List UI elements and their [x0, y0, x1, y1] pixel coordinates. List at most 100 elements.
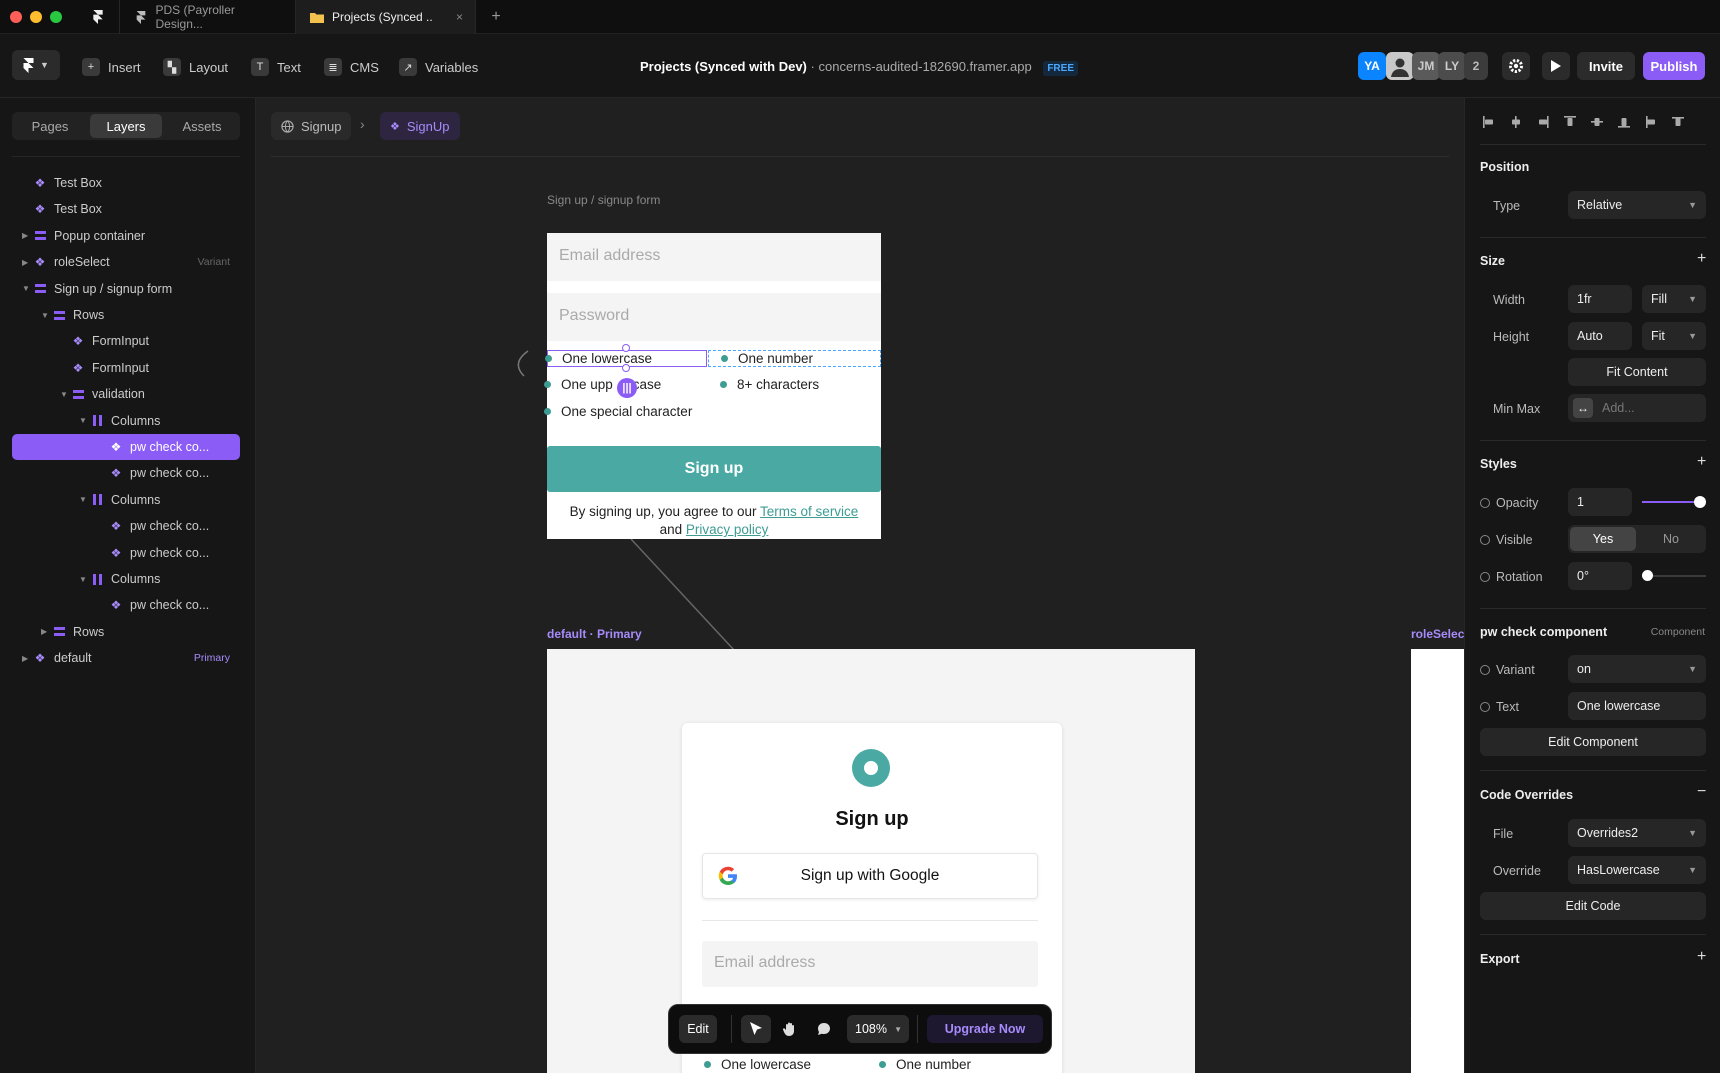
close-window-dot[interactable] [10, 11, 22, 23]
caret-right-icon[interactable]: ▶ [41, 627, 47, 636]
layer-row[interactable]: ▶ Popup container [12, 223, 240, 249]
align-top-icon[interactable] [1560, 112, 1580, 132]
align-center-v-icon[interactable] [1587, 112, 1607, 132]
layout-button[interactable]: ▚ Layout [163, 54, 228, 80]
opacity-slider-thumb[interactable] [1694, 496, 1706, 508]
rotation-input[interactable]: 0° [1568, 562, 1632, 590]
hand-tool-button[interactable] [775, 1015, 805, 1043]
pw-check-length[interactable]: 8+ characters [720, 377, 819, 392]
roleselect-frame[interactable] [1411, 649, 1464, 1073]
design-canvas[interactable]: Signup › ❖ SignUp Sign up / signup form … [256, 98, 1464, 1073]
avatar-count[interactable]: 2 [1464, 52, 1488, 80]
collapse-minus-icon[interactable]: − [1697, 783, 1706, 801]
select-tool-button[interactable] [741, 1015, 771, 1043]
pw-check-uppercase[interactable]: One upp case [544, 377, 661, 392]
framer-menu-button[interactable]: ▼ [12, 50, 60, 80]
text-prop-input[interactable]: One lowercase [1568, 692, 1706, 720]
edit-button[interactable]: Edit [679, 1015, 717, 1043]
minimize-window-dot[interactable] [30, 11, 42, 23]
file-select[interactable]: Overrides2 ▼ [1568, 819, 1706, 847]
width-input[interactable]: 1fr [1568, 285, 1632, 313]
comment-tool-button[interactable] [809, 1015, 839, 1043]
publish-button[interactable]: Publish [1643, 52, 1705, 80]
tab-projects[interactable]: Projects (Synced .. × [296, 0, 476, 34]
align-right-icon[interactable] [1533, 112, 1553, 132]
circle-plus-icon[interactable] [1480, 702, 1490, 712]
resize-handle[interactable] [622, 344, 630, 352]
edit-component-button[interactable]: Edit Component [1480, 728, 1706, 756]
new-tab-button[interactable]: + [476, 0, 516, 34]
add-export-icon[interactable]: + [1697, 948, 1706, 966]
visible-no-button[interactable]: No [1638, 527, 1704, 551]
zoom-select[interactable]: 108% ▼ [847, 1015, 909, 1043]
frame-label-default[interactable]: default · Primary [547, 627, 642, 641]
card-check-number[interactable]: One number [879, 1057, 971, 1072]
align-bottom-icon[interactable] [1614, 112, 1634, 132]
width-mode-select[interactable]: Fill ▼ [1642, 285, 1706, 313]
layer-row[interactable]: ❖ pw check co... [12, 540, 240, 566]
add-size-icon[interactable]: + [1697, 250, 1706, 268]
caret-down-icon[interactable]: ▼ [22, 284, 30, 293]
avatar-photo[interactable] [1386, 52, 1414, 80]
layer-row[interactable]: ▼ Columns [12, 566, 240, 592]
layer-row[interactable]: ▶ Rows [12, 619, 240, 645]
invite-button[interactable]: Invite [1577, 52, 1635, 80]
opacity-slider-track[interactable] [1642, 501, 1700, 503]
card-email-field[interactable]: Email address [702, 941, 1038, 987]
password-field[interactable]: Password [547, 293, 881, 341]
layer-row[interactable]: ▼ validation [12, 381, 240, 407]
caret-right-icon[interactable]: ▶ [22, 258, 28, 267]
avatar-ly[interactable]: LY [1438, 52, 1466, 80]
pw-check-special[interactable]: One special character [544, 404, 692, 419]
fit-content-button[interactable]: Fit Content [1568, 358, 1706, 386]
caret-right-icon[interactable]: ▶ [22, 654, 28, 663]
layer-row[interactable]: ▼ Sign up / signup form [12, 276, 240, 302]
visible-yes-button[interactable]: Yes [1570, 527, 1636, 551]
layer-row[interactable]: ❖ pw check co... [12, 460, 240, 486]
distribute-v-icon[interactable] [1668, 112, 1688, 132]
layer-row[interactable]: ▼ Rows [12, 302, 240, 328]
signup-form-frame[interactable]: Email address Password One lowercase One… [544, 233, 881, 539]
layer-row[interactable]: ▼ Columns [12, 408, 240, 434]
layer-row[interactable]: ❖ pw check co... [12, 434, 240, 460]
tab-close-icon[interactable]: × [456, 10, 463, 24]
pw-check-number[interactable]: One number [708, 350, 881, 367]
circle-plus-icon[interactable] [1480, 665, 1490, 675]
tab-pds[interactable]: PDS (Payroller Design... [120, 0, 296, 34]
height-mode-select[interactable]: Fit ▼ [1642, 322, 1706, 350]
opacity-input[interactable]: 1 [1568, 488, 1632, 516]
tab-layers[interactable]: Layers [90, 114, 162, 138]
tab-assets[interactable]: Assets [166, 114, 238, 138]
caret-down-icon[interactable]: ▼ [41, 311, 49, 320]
circle-plus-icon[interactable] [1480, 498, 1490, 508]
maximize-window-dot[interactable] [50, 11, 62, 23]
frame-label-signup-form[interactable]: Sign up / signup form [547, 193, 660, 207]
edit-code-button[interactable]: Edit Code [1480, 892, 1706, 920]
preview-button[interactable] [1542, 52, 1570, 80]
caret-down-icon[interactable]: ▼ [79, 416, 87, 425]
add-style-icon[interactable]: + [1697, 453, 1706, 471]
tab-pages[interactable]: Pages [14, 114, 86, 138]
rotation-slider-thumb[interactable] [1642, 570, 1653, 581]
override-select[interactable]: HasLowercase ▼ [1568, 856, 1706, 884]
distribute-h-icon[interactable] [1641, 112, 1661, 132]
caret-down-icon[interactable]: ▼ [79, 495, 87, 504]
insert-button[interactable]: + Insert [82, 54, 141, 80]
circle-plus-icon[interactable] [1480, 572, 1490, 582]
layer-row[interactable]: ▼ Columns [12, 487, 240, 513]
signup-button[interactable]: Sign up [547, 446, 881, 492]
height-input[interactable]: Auto [1568, 322, 1632, 350]
layer-row[interactable]: ▶ ❖ default Primary [12, 645, 240, 671]
avatar-jm[interactable]: JM [1412, 52, 1440, 80]
cms-button[interactable]: ≣ CMS [324, 54, 379, 80]
layer-row[interactable]: ❖ Test Box [12, 196, 240, 222]
terms-link[interactable]: Terms of service [760, 504, 858, 519]
caret-down-icon[interactable]: ▼ [60, 390, 68, 399]
project-domain[interactable]: concerns-audited-182690.framer.app [818, 59, 1031, 74]
variables-button[interactable]: ↗ Variables [399, 54, 478, 80]
card-check-lowercase[interactable]: One lowercase [704, 1057, 811, 1072]
layer-row[interactable]: ❖ pw check co... [12, 592, 240, 618]
privacy-link[interactable]: Privacy policy [686, 522, 769, 537]
resize-handle[interactable] [622, 364, 630, 372]
align-left-icon[interactable] [1479, 112, 1499, 132]
